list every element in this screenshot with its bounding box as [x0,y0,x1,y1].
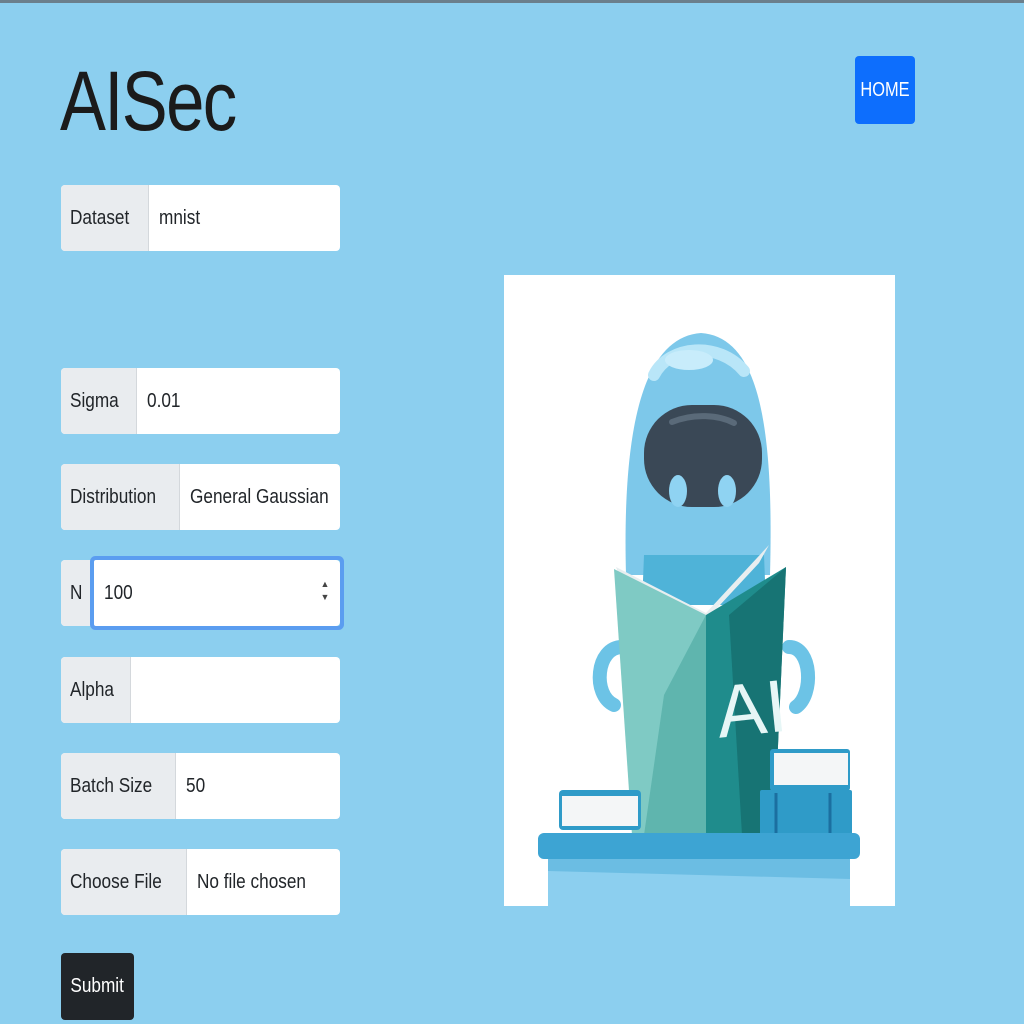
batch-size-input[interactable]: 50 [176,753,340,819]
alpha-label: Alpha [61,657,132,723]
brand-title: AISec [60,54,237,148]
robot-visor-icon [644,405,762,507]
submit-button[interactable]: Submit [61,953,134,1020]
book-stack-right-icon [760,790,852,838]
dataset-label: Dataset [61,185,149,251]
number-spinner-icon[interactable]: ▲ ▼ [320,578,330,608]
n-field: N 100 ▲ ▼ [61,560,340,626]
desk-icon [538,833,860,859]
n-input[interactable]: 100 ▲ ▼ [94,560,340,626]
dataset-input[interactable]: mnist [149,185,340,251]
home-button[interactable]: HOME [855,56,915,124]
distribution-label: Distribution [61,464,181,530]
sigma-field: Sigma 0.01 [61,368,340,434]
robot-left-arm-icon [592,640,629,712]
sigma-label: Sigma [61,368,137,434]
robot-right-arm-icon [782,640,815,714]
robot-right-eye-icon [718,475,736,507]
top-border [0,0,1024,3]
sigma-input[interactable]: 0.01 [137,368,340,434]
file-field: Choose File No file chosen [61,849,340,915]
n-label: N [61,560,95,626]
robot-left-eye-icon [669,475,687,507]
dataset-field: Dataset mnist [61,185,340,251]
choose-file-button[interactable]: Choose File [61,849,187,915]
alpha-field: Alpha [61,657,340,723]
batch-size-label: Batch Size [61,753,176,819]
robot-reading-illustration: AI [504,275,895,906]
distribution-input[interactable]: General Gaussian [180,464,340,530]
home-button-label: HOME [860,78,910,101]
submit-button-label: Submit [70,975,125,997]
book-title-text: AI [712,664,790,754]
batch-size-field: Batch Size 50 [61,753,340,819]
distribution-field: Distribution General Gaussian [61,464,340,530]
robot-illustration-svg: AI [538,333,860,906]
alpha-input[interactable] [131,657,340,723]
file-status: No file chosen [196,870,306,893]
